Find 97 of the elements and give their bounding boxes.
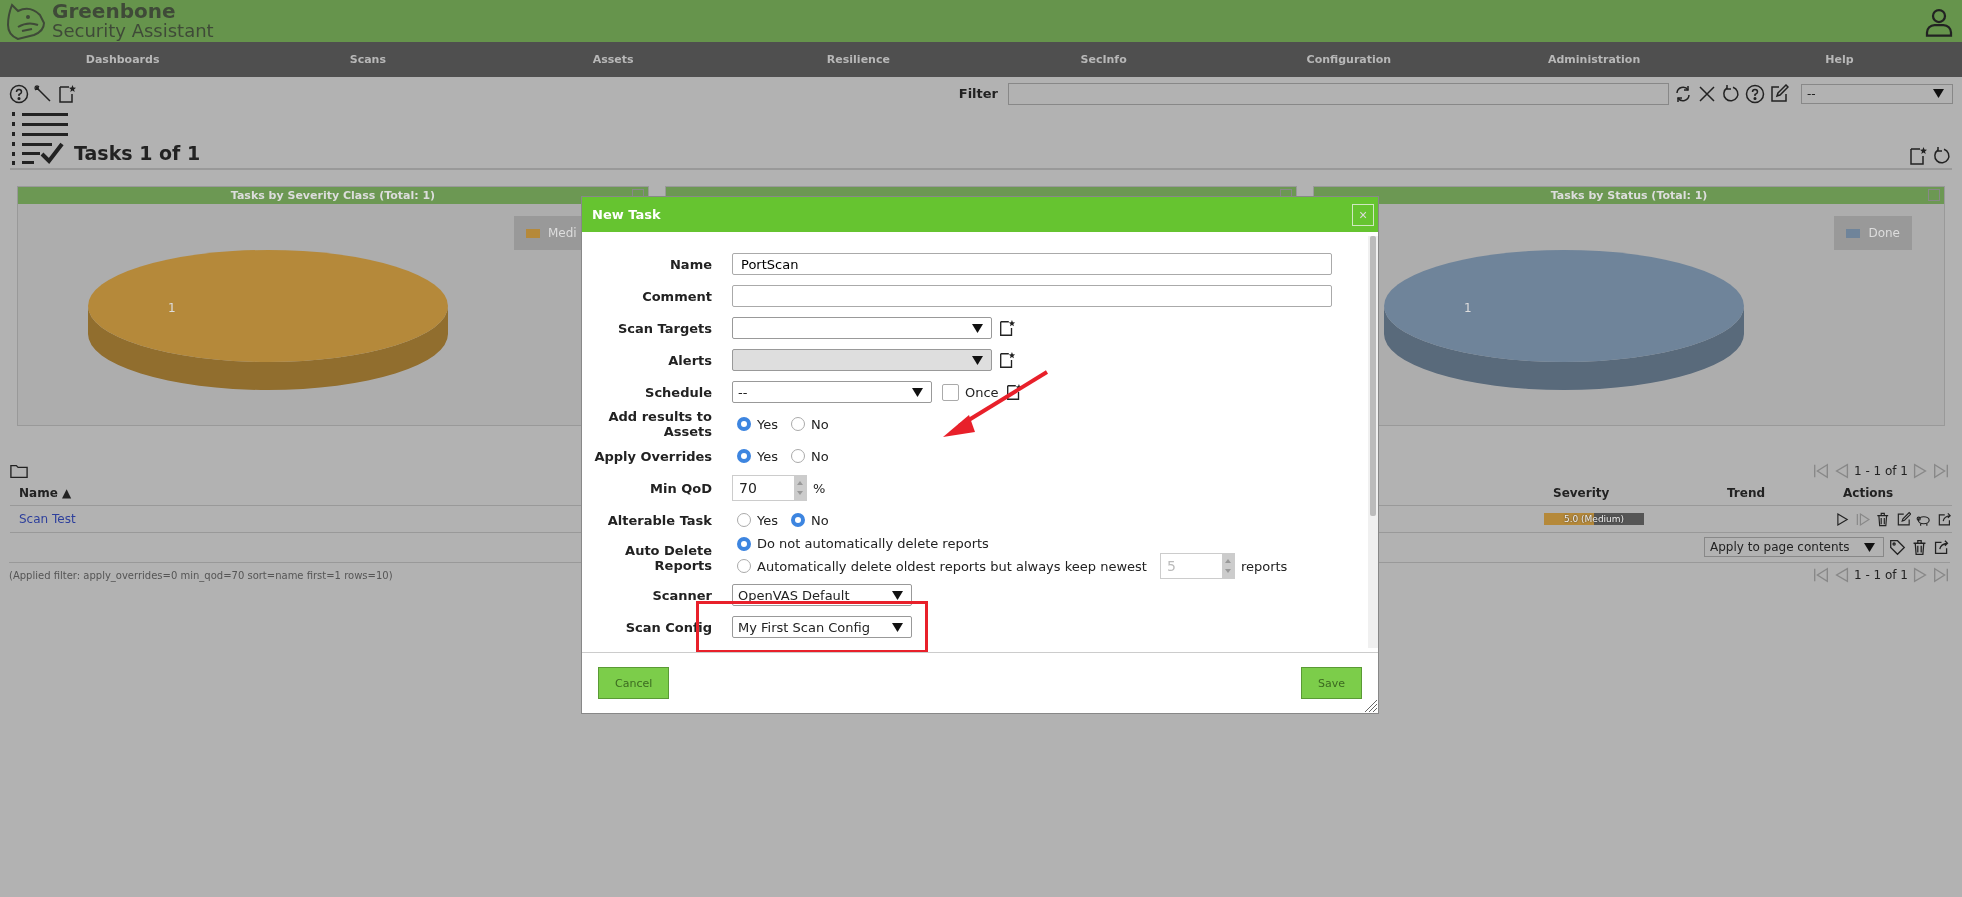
column-header[interactable]: Severity <box>1544 486 1718 500</box>
refresh-icon[interactable] <box>1673 83 1693 104</box>
panel-title: Tasks by Status (Total: 1) <box>1550 189 1708 202</box>
help-icon[interactable] <box>1745 83 1765 104</box>
task-list-icon <box>10 110 70 166</box>
help-icon[interactable] <box>9 83 29 104</box>
radio-button[interactable] <box>737 536 751 551</box>
text-field[interactable]: PortScan <box>732 253 1332 275</box>
column-header[interactable]: Actions <box>1834 486 1952 500</box>
data-label: 1 <box>1464 301 1472 315</box>
applied-filter-text: (Applied filter: apply_overrides=0 min_qod=70 sort=name first=1 rows=10) <box>9 569 393 581</box>
caret-icon <box>972 323 983 333</box>
menu-item[interactable]: Configuration <box>1226 53 1472 66</box>
spinner-arrows-icon[interactable] <box>1221 554 1234 578</box>
start-icon[interactable] <box>1834 510 1850 528</box>
field-label: Alerts <box>667 352 713 368</box>
menu-item[interactable]: Assets <box>490 53 736 66</box>
menu-item[interactable]: Dashboards <box>0 53 246 66</box>
field-label: Auto Delete Reports <box>624 542 713 573</box>
pagination-count: 1 - 1 of 1 <box>1853 464 1908 478</box>
dialog-button[interactable]: Cancel <box>598 667 670 699</box>
number-field[interactable]: 70 <box>732 475 807 501</box>
radio-label: Do not automatically delete reports <box>757 536 989 551</box>
select-field[interactable]: -- <box>732 381 932 403</box>
reset-icon[interactable] <box>1721 83 1741 104</box>
caret-icon <box>1933 89 1944 98</box>
wizard-icon[interactable] <box>33 83 53 104</box>
menu-item[interactable]: Help <box>1716 53 1962 66</box>
pagination-count: 1 - 1 of 1 <box>1853 568 1908 582</box>
legend-label: Done <box>1868 226 1900 240</box>
radio-button[interactable] <box>791 513 805 527</box>
brand-name: Greenbone <box>52 2 177 21</box>
new-item-icon[interactable] <box>998 319 1016 337</box>
filter-label: Filter <box>958 86 998 101</box>
field-label: Scanner <box>651 587 713 603</box>
new-item-icon[interactable] <box>1004 383 1023 401</box>
scrollbar-thumb[interactable] <box>1370 236 1376 516</box>
export-icon[interactable] <box>1933 538 1950 556</box>
column-header[interactable]: Trend <box>1718 486 1834 500</box>
resize-grip-icon[interactable] <box>1362 697 1378 713</box>
tag-icon[interactable] <box>1889 538 1906 556</box>
field-label: Add results to Assets <box>607 409 713 439</box>
unit-label: % <box>813 480 826 496</box>
edit-icon[interactable] <box>1895 510 1911 528</box>
menu-item[interactable]: SecInfo <box>981 53 1227 66</box>
select-field[interactable]: My First Scan Config <box>732 616 912 638</box>
field-label: Alterable Task <box>606 512 713 528</box>
radio-label: Automatically delete oldest reports but always keep newest <box>757 558 1147 574</box>
radio-label: Yes <box>757 512 778 528</box>
filter-field[interactable] <box>1008 82 1669 105</box>
dog-head-logo <box>4 1 48 41</box>
trash-icon[interactable] <box>1911 538 1928 556</box>
checkbox[interactable] <box>942 383 959 401</box>
legend-label: Medi <box>548 226 577 240</box>
new-dashboard-icon[interactable] <box>1908 146 1928 166</box>
field-label: Comment <box>641 288 713 304</box>
text-field[interactable] <box>732 285 1332 307</box>
field-label: Schedule <box>644 384 713 400</box>
export-icon[interactable] <box>1936 510 1952 528</box>
radio-label: No <box>811 512 829 528</box>
bulk-action-select[interactable]: Apply to page contents <box>1704 537 1884 557</box>
new-task-icon[interactable] <box>57 83 77 104</box>
radio-label: No <box>811 416 829 432</box>
radio-button[interactable] <box>737 417 751 431</box>
caret-icon <box>892 622 903 632</box>
select-field[interactable]: OpenVAS Default <box>732 584 912 606</box>
edit-filter-icon[interactable] <box>1769 83 1789 104</box>
select-field[interactable] <box>732 317 992 339</box>
menu-item[interactable]: Resilience <box>735 53 981 66</box>
filter-select[interactable]: -- <box>1801 83 1953 104</box>
caret-icon <box>912 387 923 397</box>
menu-item[interactable]: Scans <box>245 53 491 66</box>
user-icon[interactable] <box>1924 6 1954 37</box>
field-label: Min QoD <box>649 480 713 496</box>
caret-icon <box>892 590 903 600</box>
brand-subtitle: Security Assistant <box>52 21 214 40</box>
radio-label: Yes <box>757 448 778 464</box>
clear-icon[interactable] <box>1697 83 1717 104</box>
caret-icon <box>972 355 983 365</box>
field-label: Scan Targets <box>616 320 713 336</box>
field-label: Apply Overrides <box>593 448 713 464</box>
page-title: Tasks 1 of 1 <box>74 142 201 164</box>
checkbox-label: Once <box>965 384 999 400</box>
reload-icon[interactable] <box>1932 146 1952 166</box>
folder-icon[interactable] <box>10 462 28 480</box>
dialog-title: New Task <box>592 207 661 222</box>
panel-title: Tasks by Severity Class (Total: 1) <box>230 189 436 202</box>
caret-icon <box>1864 542 1875 552</box>
data-label: 1 <box>168 301 176 315</box>
radio-label: Yes <box>757 416 778 432</box>
field-label: Name <box>669 256 713 272</box>
unit-label: reports <box>1240 558 1288 574</box>
trash-icon[interactable] <box>1875 510 1891 528</box>
menu-item[interactable]: Administration <box>1471 53 1717 66</box>
radio-label: No <box>811 448 829 464</box>
dialog-button[interactable]: Save <box>1301 667 1362 699</box>
radio-button[interactable] <box>737 449 751 463</box>
